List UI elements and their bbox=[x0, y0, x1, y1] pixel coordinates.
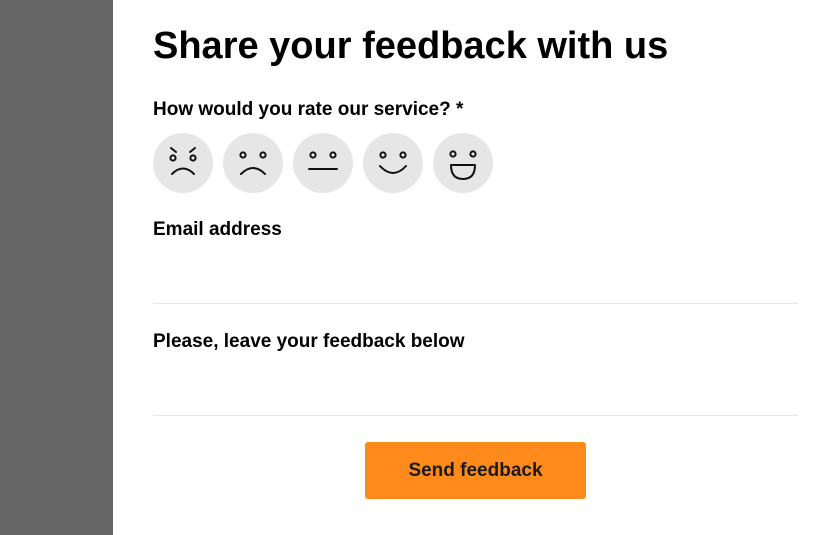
rating-angry-button[interactable] bbox=[153, 133, 213, 193]
left-sidebar bbox=[0, 0, 113, 535]
rating-sad-button[interactable] bbox=[223, 133, 283, 193]
page-title: Share your feedback with us bbox=[153, 25, 669, 67]
grinning-face-icon bbox=[449, 150, 477, 180]
send-feedback-button[interactable]: Send feedback bbox=[365, 442, 586, 499]
sad-face-icon bbox=[239, 151, 267, 175]
email-label: Email address bbox=[153, 219, 282, 240]
feedback-textarea[interactable] bbox=[153, 382, 798, 416]
rating-options bbox=[153, 133, 493, 193]
neutral-face-icon bbox=[308, 151, 338, 170]
rating-label: How would you rate our service? * bbox=[153, 99, 464, 120]
rating-very-happy-button[interactable] bbox=[433, 133, 493, 193]
feedback-form: Share your feedback with us How would yo… bbox=[153, 0, 798, 535]
feedback-label: Please, leave your feedback below bbox=[153, 331, 465, 352]
smiling-face-icon bbox=[379, 151, 407, 174]
email-field[interactable] bbox=[153, 270, 798, 304]
rating-happy-button[interactable] bbox=[363, 133, 423, 193]
angry-face-icon bbox=[169, 147, 197, 175]
rating-neutral-button[interactable] bbox=[293, 133, 353, 193]
